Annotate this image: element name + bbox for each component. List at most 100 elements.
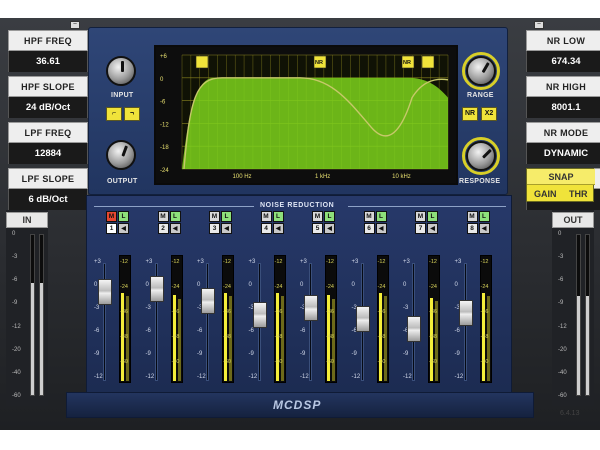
channel-select-button[interactable]: 7 (415, 223, 426, 234)
collapse-right-button[interactable]: – (534, 21, 544, 29)
input-knob[interactable] (106, 56, 136, 86)
mute-button[interactable]: M (209, 211, 220, 222)
meter-scale-label: -9 (12, 300, 18, 307)
monitor-speaker-icon[interactable]: ◀ (324, 223, 335, 234)
channel-fader[interactable] (407, 316, 421, 343)
eq-y-tick: 0 (160, 77, 164, 83)
fader-scale-label: -9 (94, 351, 100, 357)
channel-strip: M L 3 ◀ +3 0 -3 -6 -9 -12 -12 -24 -36 -48 -60 (197, 211, 253, 391)
nr-param-value[interactable]: DYNAMIC (526, 143, 600, 164)
meter-bar (576, 234, 581, 396)
meter-scale-label: -24 (223, 284, 231, 290)
channel-fader[interactable] (252, 302, 267, 329)
filter-param-value[interactable]: 36.61 (8, 51, 88, 72)
response-knob[interactable] (466, 141, 496, 171)
range-knob[interactable] (466, 56, 496, 86)
channel-select-button[interactable]: 2 (157, 223, 169, 234)
listen-button[interactable]: L (272, 211, 284, 222)
channel-select-button[interactable]: 6 (363, 223, 375, 234)
lpf-toggle[interactable]: ¬ (124, 107, 140, 121)
eq-response-fill (182, 77, 448, 169)
listen-button[interactable]: L (169, 211, 181, 222)
channel-select-button[interactable]: 1 (106, 223, 117, 234)
channel-fader[interactable] (355, 305, 370, 332)
channel-fader[interactable] (201, 288, 215, 315)
nr-param-value[interactable]: 674.34 (526, 51, 600, 72)
channel-strip: M L 1 ◀ +3 0 -3 -6 -9 -12 -12 -24 -36 -48 -60 (94, 211, 150, 391)
monitor-speaker-icon[interactable]: ◀ (478, 223, 490, 234)
listen-button[interactable]: L (221, 211, 232, 222)
listen-button[interactable]: L (478, 211, 490, 222)
channel-fader[interactable] (304, 295, 318, 322)
mute-button[interactable]: M (363, 211, 375, 222)
fader-scale-label: 0 (197, 282, 201, 288)
meter-scale-label: -6 (558, 277, 564, 284)
meter-fill (586, 295, 589, 395)
filter-param-value[interactable]: 12884 (8, 143, 88, 164)
meter-scale-label: -60 (223, 359, 231, 365)
meter-scale-label: -3 (12, 254, 18, 261)
channel-select-button[interactable]: 8 (466, 223, 478, 234)
mcdsp-logo: MCDSP (273, 398, 322, 412)
monitor-speaker-icon[interactable]: ◀ (221, 223, 232, 234)
nr-param-value[interactable]: 8001.1 (526, 97, 600, 118)
meter-scale-label: -6 (12, 277, 18, 284)
mute-button[interactable]: M (415, 211, 426, 222)
mute-button[interactable]: M (466, 211, 478, 222)
output-knob[interactable] (106, 140, 136, 170)
monitor-speaker-icon[interactable]: ◀ (375, 223, 387, 234)
nr-param-label: NR MODE (526, 122, 600, 143)
monitor-speaker-icon[interactable]: ◀ (169, 223, 181, 234)
fader-track (309, 263, 312, 381)
fader-scale-label: -9 (300, 351, 306, 357)
filter-param-label: HPF FREQ (8, 30, 88, 51)
eq-graph[interactable]: +6 0 -6 -12 -18 -24 100 Hz 1 kHz 10 kHz NR NR (156, 47, 456, 183)
mute-button[interactable]: M (260, 211, 272, 222)
snap-button[interactable]: SNAP (527, 169, 595, 185)
fader-scale-label: -9 (145, 351, 151, 357)
meter-scale-label: 0 (12, 231, 16, 237)
mute-button[interactable]: M (106, 211, 117, 222)
monitor-speaker-icon[interactable]: ◀ (427, 223, 438, 234)
listen-button[interactable]: L (427, 211, 438, 222)
channel-fader[interactable] (149, 276, 164, 303)
channel-fader[interactable] (458, 299, 473, 326)
channel-fader[interactable] (98, 278, 112, 305)
filter-param-value[interactable]: 6 dB/Oct (8, 189, 88, 210)
snap-gain-toggle[interactable]: GAIN (534, 187, 557, 201)
channel-strip: M L 6 ◀ +3 0 -3 -6 -9 -12 -12 -24 -36 -48 -60 (352, 211, 408, 391)
channel-strip: M L 2 ◀ +3 0 -3 -6 -9 -12 -12 -24 -36 -48 -60 (146, 211, 202, 391)
listen-button[interactable]: L (118, 211, 129, 222)
version-label: 6.4.13 (560, 410, 580, 417)
eq-display[interactable]: +6 0 -6 -12 -18 -24 100 Hz 1 kHz 10 kHz NR NR (154, 45, 458, 185)
fader-scale-label: -9 (351, 351, 357, 357)
listen-button[interactable]: L (324, 211, 335, 222)
eq-nr-marker-label: NR (403, 60, 411, 66)
snap-thr-toggle[interactable]: THR (569, 187, 588, 201)
fader-scale-label: -12 (300, 374, 309, 380)
channel-strip: M L 5 ◀ +3 0 -3 -6 -9 -12 -12 -24 -36 -48 -60 (300, 211, 356, 391)
nr-button[interactable]: NR (462, 107, 478, 121)
fader-scale-label: -9 (197, 351, 203, 357)
fader-scale-label: +3 (403, 259, 410, 265)
hpf-toggle[interactable]: ⌐ (106, 107, 122, 121)
channel-select-button[interactable]: 5 (312, 223, 323, 234)
mute-button[interactable]: M (157, 211, 169, 222)
collapse-left-button[interactable]: – (70, 21, 80, 29)
meter-scale-label: -60 (274, 359, 283, 365)
monitor-speaker-icon[interactable]: ◀ (118, 223, 129, 234)
monitor-speaker-icon[interactable]: ◀ (272, 223, 284, 234)
noise-reduction-title: NOISE REDUCTION (260, 202, 335, 209)
channel-select-button[interactable]: 4 (260, 223, 272, 234)
fader-scale-label: 0 (300, 282, 304, 288)
mute-button[interactable]: M (312, 211, 323, 222)
meter-scale-label: -36 (429, 309, 437, 315)
filter-param-value[interactable]: 24 dB/Oct (8, 97, 88, 118)
channel-select-button[interactable]: 3 (209, 223, 220, 234)
eq-y-tick: -6 (160, 100, 166, 106)
response-label: RESPONSE (459, 178, 501, 185)
x2-button[interactable]: X2 (481, 107, 497, 121)
meter-fill (577, 295, 580, 395)
fader-scale-label: -9 (454, 351, 460, 357)
listen-button[interactable]: L (375, 211, 387, 222)
